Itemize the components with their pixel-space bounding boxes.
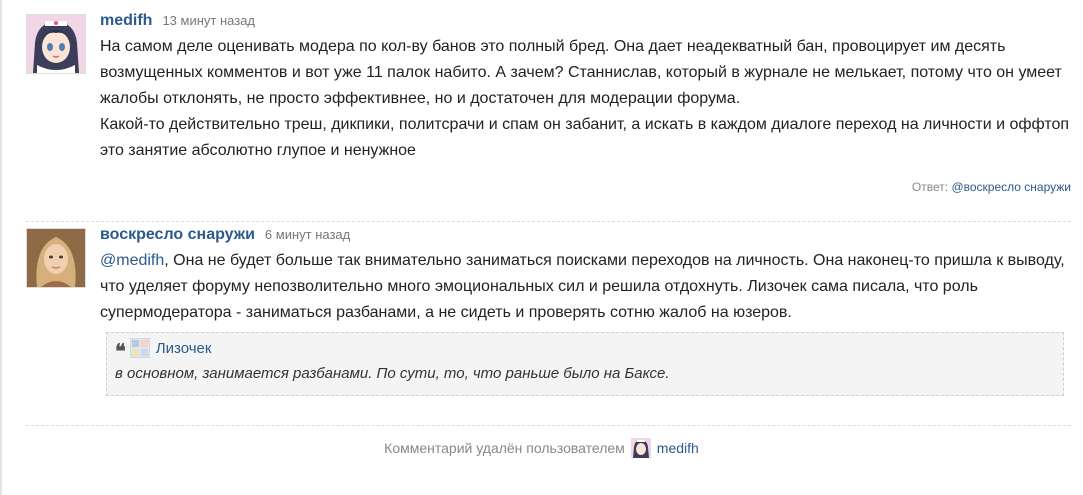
comment-voskreslo: воскресло снаружи 6 минут назад @medifh, … bbox=[26, 222, 1071, 396]
reply-to-link[interactable]: @воскресло снаружи bbox=[951, 180, 1071, 194]
comment-header: воскресло снаружи 6 минут назад bbox=[100, 222, 1071, 248]
left-border bbox=[0, 0, 2, 495]
deleted-user-link[interactable]: medifh bbox=[657, 440, 699, 456]
deleted-comment-notice: Комментарий удалён пользователем medifh bbox=[0, 436, 1083, 460]
quote-text: в основном, занимается разбанами. По сут… bbox=[115, 365, 670, 382]
comment-time[interactable]: 13 минут назад bbox=[162, 13, 255, 28]
comment-paragraph: На самом деле оценивать модера по кол-ву… bbox=[100, 38, 1062, 107]
comment-paragraph: , Она не будет больше так внимательно за… bbox=[100, 252, 1065, 321]
mention-link[interactable]: @medifh bbox=[100, 252, 164, 269]
quote-avatar[interactable] bbox=[129, 338, 150, 358]
deleted-text: Комментарий удалён пользователем bbox=[384, 440, 625, 456]
quote-icon: ❝ bbox=[115, 339, 126, 363]
quote-header: ❝ Лизочек bbox=[115, 337, 1053, 363]
comment-text: На самом деле оценивать модера по кол-ву… bbox=[100, 34, 1071, 164]
comment-author[interactable]: воскресло снаружи bbox=[100, 226, 255, 243]
quote-block: ❝ Лизочек в основном, занимается разбана… bbox=[106, 332, 1064, 396]
comment-header: medifh 13 минут назад bbox=[100, 8, 1071, 34]
comment-paragraph: Какой-то действительно треш, дикпики, по… bbox=[100, 116, 1070, 159]
comment-time[interactable]: 6 минут назад bbox=[265, 227, 350, 242]
comment-text: @medifh, Она не будет больше так внимате… bbox=[100, 248, 1071, 326]
reply-to: Ответ: @воскресло снаружи bbox=[100, 180, 1071, 194]
avatar[interactable] bbox=[26, 228, 86, 288]
comment-medifh: medifh 13 минут назад На самом деле оцени… bbox=[26, 8, 1071, 194]
comment-author[interactable]: medifh bbox=[100, 12, 152, 29]
deleted-user-avatar[interactable] bbox=[630, 438, 651, 458]
avatar[interactable] bbox=[26, 14, 86, 74]
reply-label: Ответ: bbox=[911, 180, 949, 194]
comment-divider bbox=[26, 425, 1071, 426]
quote-author[interactable]: Лизочек bbox=[156, 340, 212, 357]
